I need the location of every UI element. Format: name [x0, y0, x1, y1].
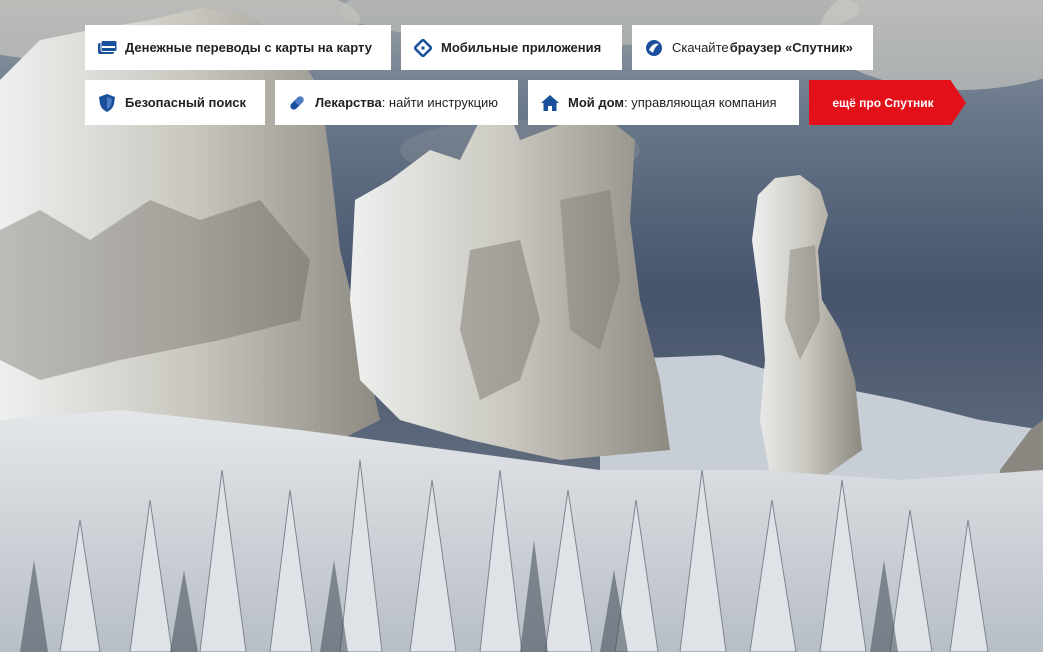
pill-icon — [287, 93, 307, 113]
sputnik-browser-link[interactable]: Скачайте браузер «Спутник» — [632, 25, 873, 70]
more-about-sputnik-button[interactable]: ещё про Спутник — [809, 80, 966, 125]
safe-search-label: Безопасный поиск — [125, 95, 247, 110]
medicine-bold: Лекарства — [315, 95, 382, 110]
browser-prefix: Скачайте — [672, 40, 729, 55]
more-button-arrow — [951, 80, 966, 125]
my-home-rest: : управляющая компания — [624, 95, 777, 110]
mobile-apps-icon — [413, 38, 433, 58]
card-icon — [97, 38, 117, 58]
safe-search-link[interactable]: Безопасный поиск — [85, 80, 265, 125]
mobile-apps-label: Мобильные приложения — [441, 40, 602, 55]
mobile-apps-link[interactable]: Мобильные приложения — [401, 25, 622, 70]
house-icon — [540, 93, 560, 113]
money-transfers-label: Денежные переводы с карты на карту — [125, 40, 372, 55]
more-button-label: ещё про Спутник — [809, 80, 951, 125]
my-home-bold: Мой дом — [568, 95, 625, 110]
money-transfers-link[interactable]: Денежные переводы с карты на карту — [85, 25, 391, 70]
medicine-link[interactable]: Лекарства: найти инструкцию — [275, 80, 518, 125]
shield-icon — [97, 93, 117, 113]
sputnik-browser-icon — [644, 38, 664, 58]
medicine-rest: : найти инструкцию — [381, 95, 499, 110]
my-home-link[interactable]: Мой дом: управляющая компания — [528, 80, 799, 125]
browser-label: браузер «Спутник» — [729, 40, 853, 55]
